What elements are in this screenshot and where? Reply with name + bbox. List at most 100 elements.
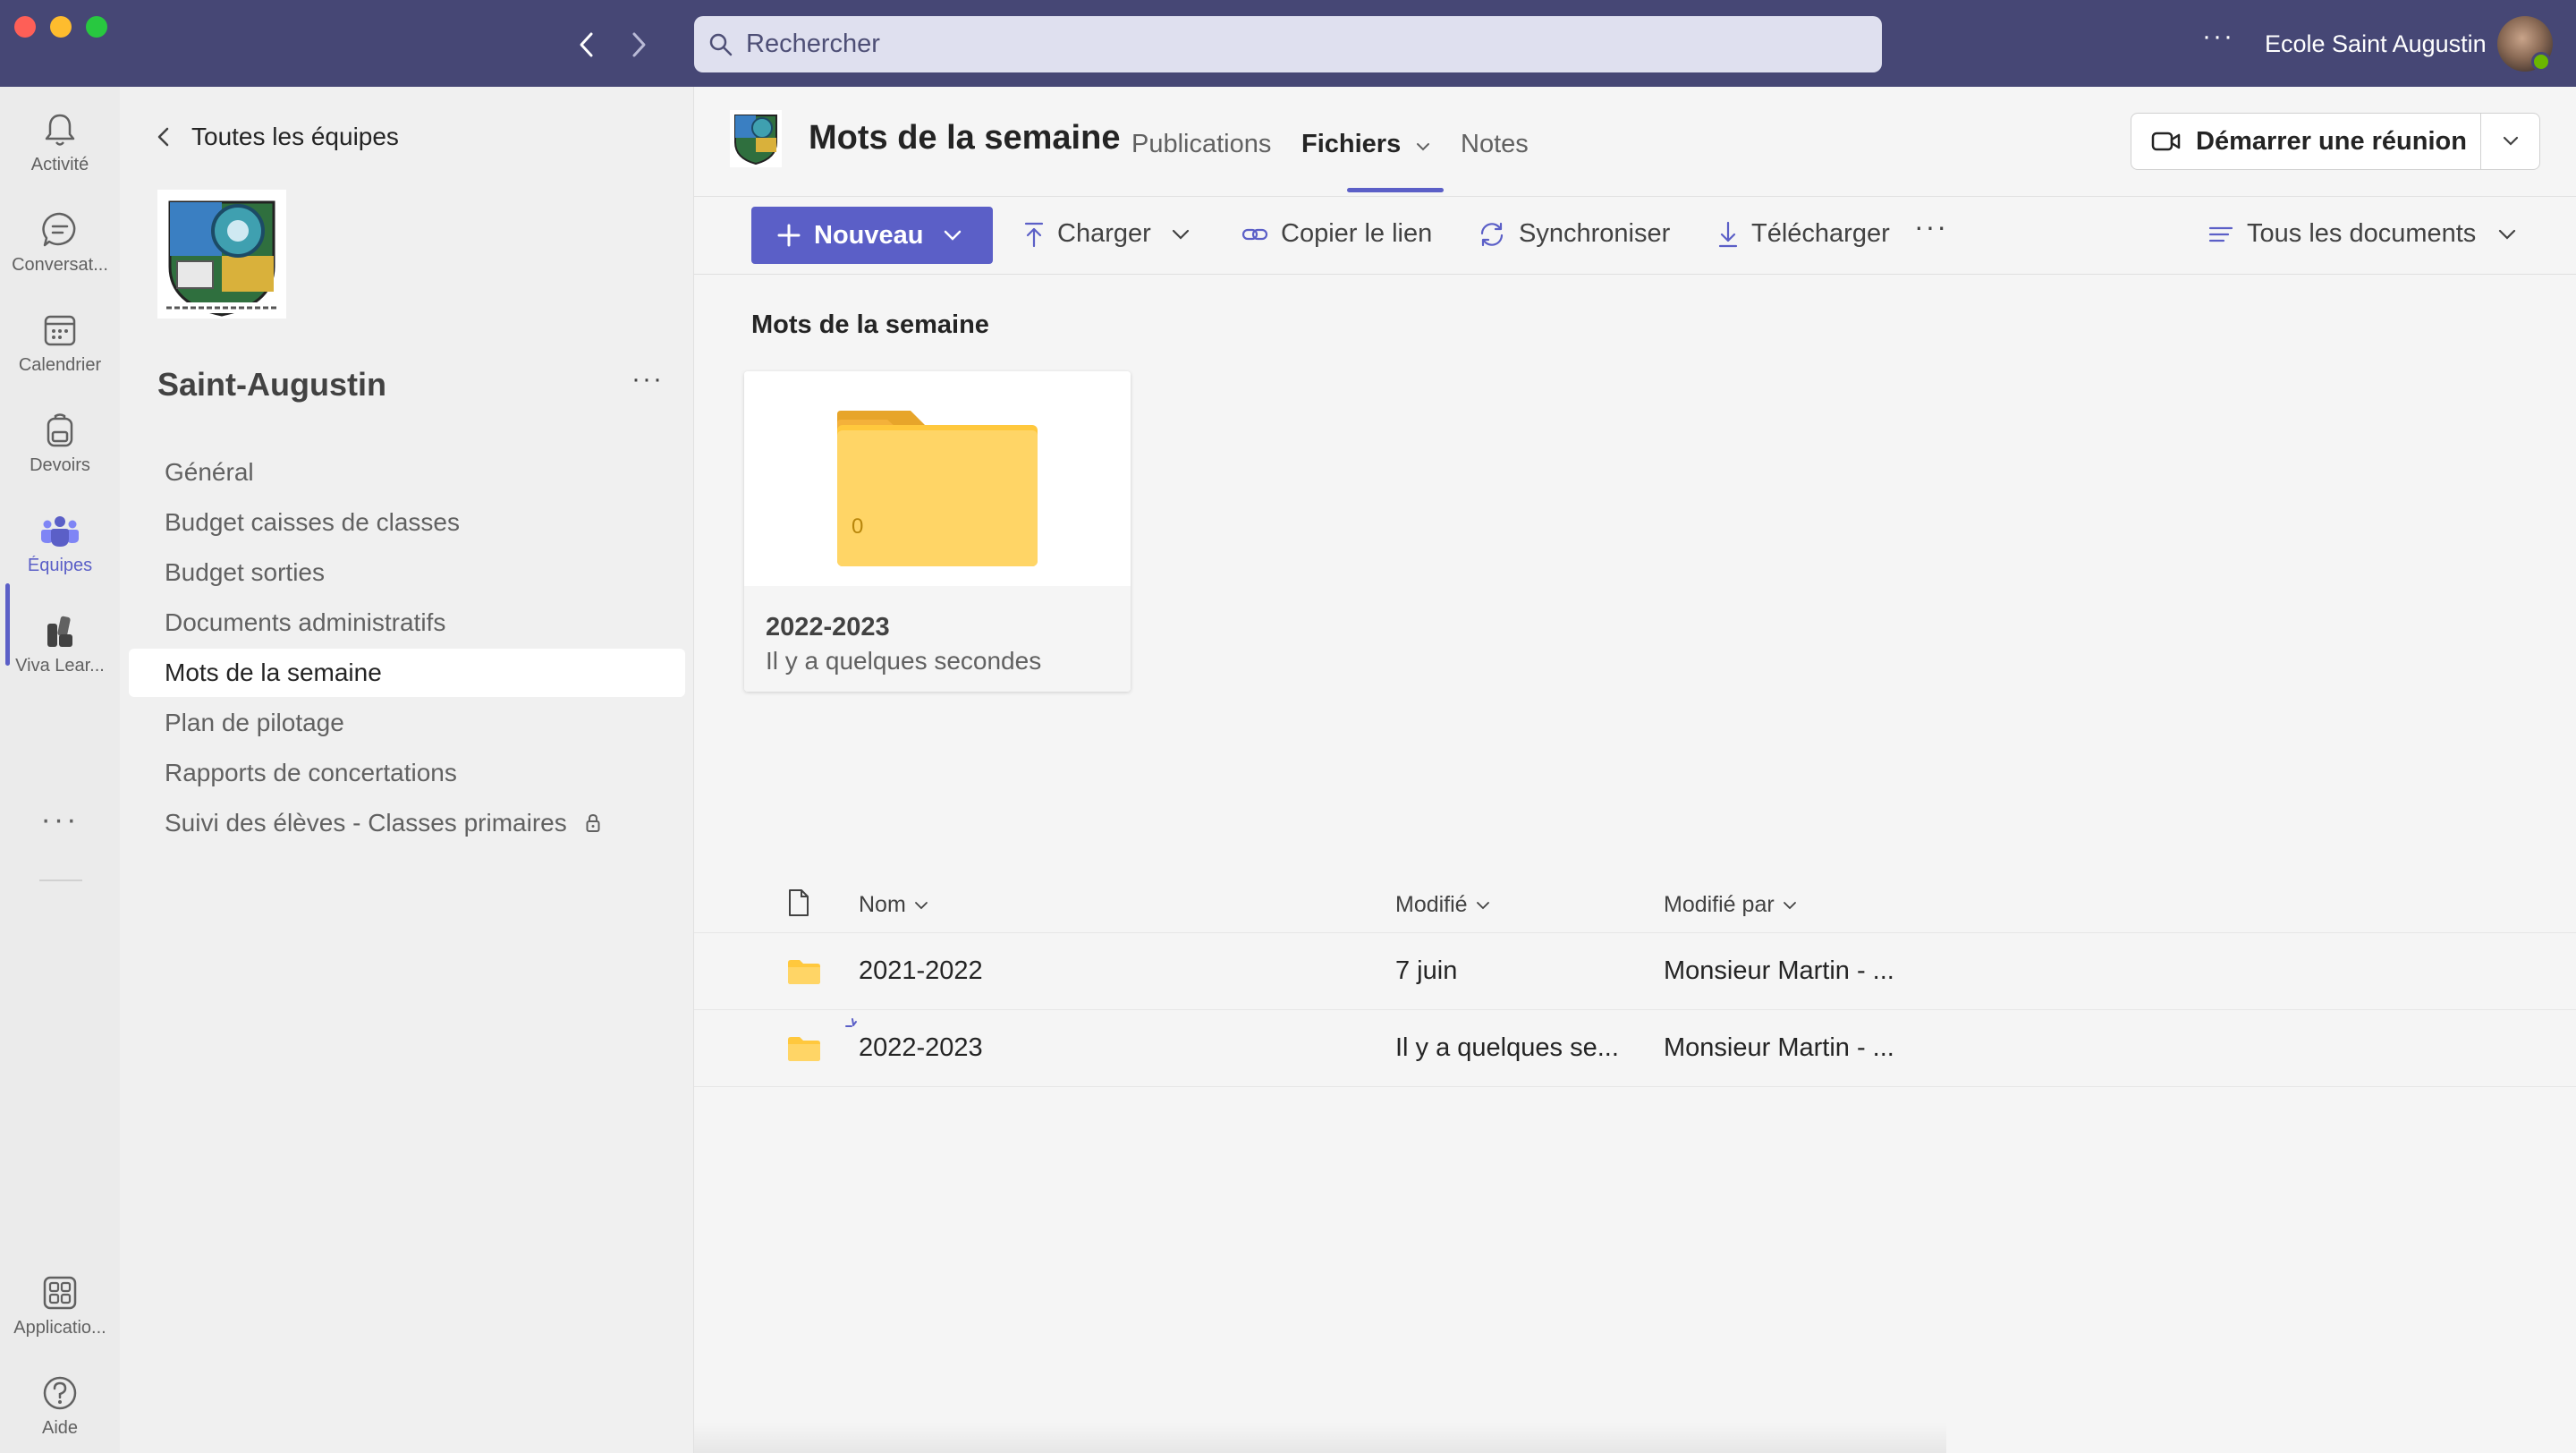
upload-button[interactable]: Charger xyxy=(1023,219,1191,249)
backpack-icon xyxy=(47,413,73,447)
channel-item[interactable]: Budget sorties xyxy=(129,548,685,597)
channel-item[interactable]: Rapports de concertations xyxy=(129,749,685,797)
rail-label: Équipes xyxy=(27,556,93,575)
column-modified-by[interactable]: Modifié par xyxy=(1664,892,1798,918)
chevron-down-icon xyxy=(1417,143,1430,151)
file-type-column[interactable] xyxy=(787,888,810,917)
chevron-down-icon xyxy=(1476,901,1489,909)
channel-item[interactable]: Documents administratifs xyxy=(129,599,685,647)
search-input[interactable]: Rechercher xyxy=(694,16,1882,72)
copy-link-button[interactable]: Copier le lien xyxy=(1241,219,1432,249)
main-area: Mots de la semaine Publications Fichiers… xyxy=(694,87,2576,1453)
view-label: Tous les documents xyxy=(2247,219,2477,248)
row-modified: 7 juin xyxy=(1395,956,1458,985)
folder-tile-modified: Il y a quelques secondes xyxy=(766,647,1042,675)
rail-item-teams[interactable]: Équipes xyxy=(0,504,120,593)
tab-files[interactable]: Fichiers xyxy=(1301,130,1431,159)
row-modified-by: Monsieur Martin - ... xyxy=(1664,1033,1894,1062)
team-more-options-button[interactable]: ··· xyxy=(631,364,664,395)
channel-title: Mots de la semaine xyxy=(809,119,1121,157)
download-button[interactable]: Télécharger xyxy=(1717,219,1890,249)
channel-item[interactable]: Plan de pilotage xyxy=(129,699,685,747)
org-name[interactable]: Ecole Saint Augustin xyxy=(2265,30,2487,58)
chevron-down-icon xyxy=(2499,229,2516,240)
new-button-label: Nouveau xyxy=(814,220,924,250)
rail-label: Aide xyxy=(41,1418,79,1438)
folder-icon xyxy=(788,960,820,984)
bottom-shadow xyxy=(694,1423,1946,1453)
column-modified[interactable]: Modifié xyxy=(1395,892,1491,918)
sync-button[interactable]: Synchroniser xyxy=(1478,219,1670,249)
channel-item-private[interactable]: Suivi des élèves - Classes primaires xyxy=(129,799,685,847)
download-icon xyxy=(1718,221,1738,247)
row-modified-by: Monsieur Martin - ... xyxy=(1664,956,1894,985)
title-bar: Rechercher ··· Ecole Saint Augustin xyxy=(0,0,2576,87)
row-name[interactable]: 2021-2022 xyxy=(859,956,983,986)
meeting-options-dropdown[interactable] xyxy=(2481,113,2540,170)
folder-tile-preview: 0 xyxy=(744,371,1131,586)
link-icon xyxy=(1241,228,1268,240)
bell-icon xyxy=(45,114,75,146)
rail-label: Devoirs xyxy=(30,455,90,475)
row-name[interactable]: 2022-2023 xyxy=(859,1033,983,1063)
rail-label: Viva Lear... xyxy=(15,656,105,676)
rail-label: Applicatio... xyxy=(13,1318,106,1338)
back-arrow-icon[interactable] xyxy=(569,27,605,63)
start-meeting-button[interactable]: Démarrer une réunion xyxy=(2131,113,2481,170)
zoom-window-button[interactable] xyxy=(86,16,107,38)
rail-item-assignments[interactable]: Devoirs xyxy=(0,404,120,493)
rail-item-viva-learning[interactable]: Viva Lear... xyxy=(0,604,120,693)
channel-item[interactable]: Général xyxy=(129,448,685,497)
team-logo xyxy=(157,190,286,319)
table-row[interactable]: 2021-2022 7 juin Monsieur Martin - ... xyxy=(694,933,2576,1010)
tab-notes[interactable]: Notes xyxy=(1461,130,1529,159)
tab-publications[interactable]: Publications xyxy=(1131,130,1271,159)
rail-item-chat[interactable]: Conversat... xyxy=(0,203,120,293)
section-title: Mots de la semaine xyxy=(751,310,989,339)
channel-label: Suivi des élèves - Classes primaires xyxy=(165,809,567,837)
column-name[interactable]: Nom xyxy=(859,892,929,918)
more-options-button[interactable]: ··· xyxy=(2202,21,2234,52)
column-label: Nom xyxy=(859,892,906,917)
more-apps-button[interactable]: ··· xyxy=(0,803,120,837)
channel-item[interactable]: Budget caisses de classes xyxy=(129,498,685,547)
forward-arrow-icon[interactable] xyxy=(621,27,657,63)
view-selector[interactable]: Tous les documents xyxy=(2207,219,2517,249)
list-view-icon xyxy=(2208,226,2233,242)
chevron-down-icon xyxy=(945,230,962,241)
rail-item-apps[interactable]: Applicatio... xyxy=(0,1266,120,1355)
folder-tile[interactable]: 0 2022-2023 Il y a quelques secondes xyxy=(744,371,1131,692)
upload-icon xyxy=(1024,222,1044,247)
team-name: Saint-Augustin xyxy=(157,366,386,403)
chevron-left-icon xyxy=(157,127,169,147)
sync-icon xyxy=(1480,222,1504,246)
rail-item-help[interactable]: Aide xyxy=(0,1366,120,1453)
rail-item-activity[interactable]: Activité xyxy=(0,103,120,192)
help-icon xyxy=(43,1376,77,1410)
close-window-button[interactable] xyxy=(14,16,36,38)
channel-header: Mots de la semaine Publications Fichiers… xyxy=(694,87,2576,197)
chevron-down-icon xyxy=(1172,229,1189,240)
folder-icon xyxy=(788,1037,820,1061)
rail-divider xyxy=(39,879,82,881)
row-modified: Il y a quelques se... xyxy=(1395,1033,1619,1062)
more-commands-button[interactable]: ··· xyxy=(1914,210,1948,243)
presence-available-icon xyxy=(2531,52,2551,72)
minimize-window-button[interactable] xyxy=(50,16,72,38)
back-to-all-teams[interactable]: Toutes les équipes xyxy=(156,123,399,151)
rail-item-calendar[interactable]: Calendrier xyxy=(0,303,120,393)
table-row[interactable]: 2022-2023 Il y a quelques se... Monsieur… xyxy=(694,1010,2576,1087)
tab-label: Fichiers xyxy=(1301,130,1402,158)
folder-tile-info: 2022-2023 Il y a quelques secondes xyxy=(744,586,1131,692)
chevron-down-icon xyxy=(1783,901,1796,909)
search-icon xyxy=(709,33,733,55)
chevron-down-icon xyxy=(914,901,928,909)
file-list-header: Nom Modifié Modifié par xyxy=(694,856,2576,933)
folder-tile-name: 2022-2023 xyxy=(766,613,890,642)
folder-icon xyxy=(837,411,1038,566)
app-rail: Activité Conversat... Calendrier Devoirs… xyxy=(0,87,120,1453)
new-button[interactable]: Nouveau xyxy=(751,207,993,264)
channel-item-selected[interactable]: Mots de la semaine xyxy=(129,649,685,697)
command-bar: Nouveau Charger Copier le lien Synchroni… xyxy=(694,198,2576,275)
copy-link-label: Copier le lien xyxy=(1281,219,1433,248)
